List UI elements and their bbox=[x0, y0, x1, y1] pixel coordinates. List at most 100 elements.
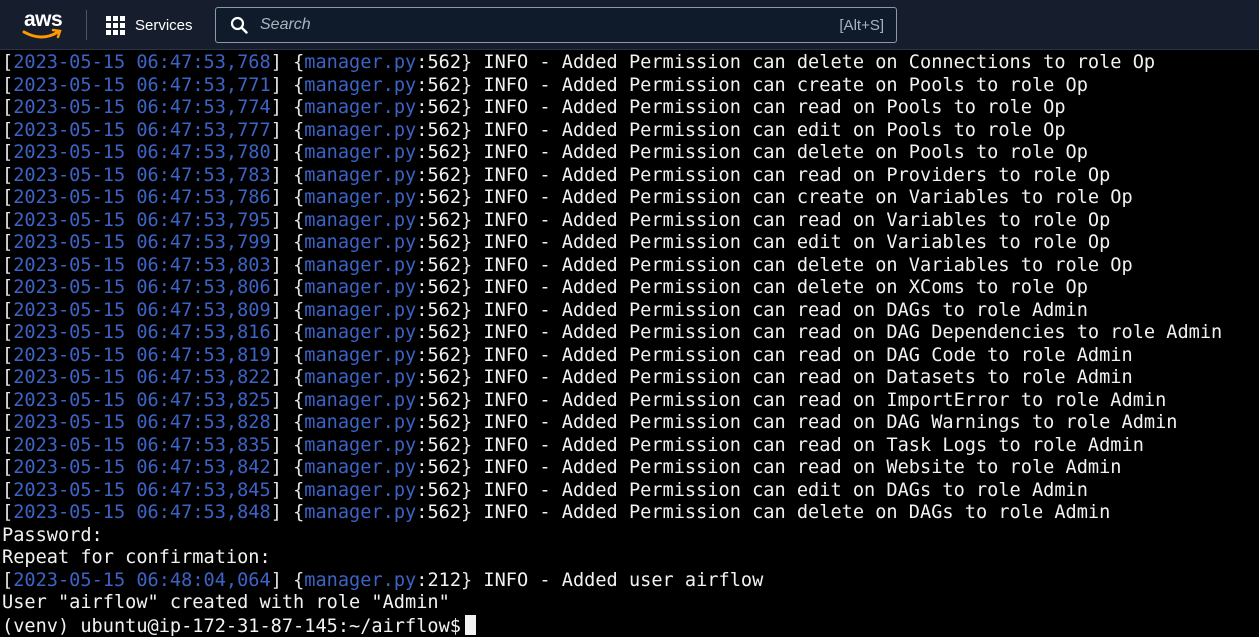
log-punctuation: : bbox=[416, 344, 428, 366]
log-punctuation: } bbox=[461, 74, 484, 96]
log-line: [2023-05-15 06:47:53,825] {manager.py:56… bbox=[2, 390, 1166, 413]
log-msg: INFO - Added Permission can delete on DA… bbox=[483, 502, 1111, 523]
log-punctuation: } bbox=[461, 569, 484, 591]
log-punctuation: [ bbox=[2, 187, 14, 208]
log-ts: 2023-05-15 06:47:53,822 bbox=[13, 367, 271, 388]
log-mod: manager.py bbox=[304, 97, 417, 118]
log-line: [2023-05-15 06:47:53,768] {manager.py:56… bbox=[2, 52, 1155, 75]
log-line: [2023-05-15 06:47:53,822] {manager.py:56… bbox=[2, 367, 1133, 390]
repeat-prompt: Repeat for confirmation: bbox=[2, 547, 271, 570]
log-mod: manager.py bbox=[304, 164, 417, 186]
log-punctuation: [ bbox=[2, 412, 14, 433]
log-punctuation: : bbox=[416, 479, 428, 501]
user-created-message-text: User "airflow" created with role "Admin" bbox=[2, 592, 450, 613]
log-mod: manager.py bbox=[304, 389, 417, 411]
log-msg: INFO - Added Permission can read on Webs… bbox=[483, 457, 1122, 478]
log-mod: manager.py bbox=[304, 254, 417, 276]
log-msg: INFO - Added Permission can read on DAG … bbox=[483, 344, 1133, 366]
log-punctuation: [ bbox=[2, 569, 14, 591]
log-punctuation: : bbox=[416, 187, 428, 208]
log-punctuation: [ bbox=[2, 164, 14, 186]
log-ts: 2023-05-15 06:47:53,780 bbox=[13, 142, 271, 163]
aws-logo[interactable]: aws bbox=[20, 8, 66, 42]
search-input[interactable] bbox=[258, 15, 840, 35]
log-punctuation: [ bbox=[2, 232, 14, 253]
log-punctuation: ] { bbox=[270, 277, 305, 298]
log-ln: 562 bbox=[427, 322, 462, 343]
log-line: [2023-05-15 06:47:53,806] {manager.py:56… bbox=[2, 277, 1088, 300]
log-ts: 2023-05-15 06:47:53,828 bbox=[13, 412, 271, 433]
log-mod: manager.py bbox=[304, 277, 417, 298]
log-msg: INFO - Added Permission can read on DAG … bbox=[483, 322, 1223, 343]
log-ln: 562 bbox=[427, 299, 462, 321]
log-msg: INFO - Added Permission can create on Va… bbox=[483, 187, 1133, 208]
log-punctuation: } bbox=[461, 97, 484, 118]
log-line: [2023-05-15 06:47:53,803] {manager.py:56… bbox=[2, 255, 1133, 278]
log-ln: 212 bbox=[427, 569, 462, 591]
log-punctuation: ] { bbox=[270, 367, 305, 388]
search-bar[interactable]: [Alt+S] bbox=[215, 7, 897, 43]
log-punctuation: ] { bbox=[270, 412, 305, 433]
log-punctuation: [ bbox=[2, 97, 14, 118]
log-msg: INFO - Added user airflow bbox=[483, 569, 764, 591]
log-punctuation: } bbox=[461, 232, 484, 253]
log-line: [2023-05-15 06:47:53,774] {manager.py:56… bbox=[2, 97, 1066, 120]
log-ts: 2023-05-15 06:47:53,806 bbox=[13, 277, 271, 298]
terminal-cursor bbox=[464, 614, 476, 635]
log-punctuation: } bbox=[461, 457, 484, 478]
log-punctuation: ] { bbox=[270, 142, 305, 163]
log-punctuation: : bbox=[416, 142, 428, 163]
log-punctuation: : bbox=[416, 277, 428, 298]
log-msg: INFO - Added Permission can read on DAGs… bbox=[483, 299, 1088, 321]
log-punctuation: ] { bbox=[270, 119, 305, 141]
log-line: [2023-05-15 06:47:53,799] {manager.py:56… bbox=[2, 232, 1110, 255]
services-label: Services bbox=[135, 16, 193, 34]
search-icon bbox=[230, 16, 248, 34]
log-line: [2023-05-15 06:47:53,819] {manager.py:56… bbox=[2, 345, 1133, 368]
log-punctuation: : bbox=[416, 457, 428, 478]
log-punctuation: ] { bbox=[270, 344, 305, 366]
log-line: [2023-05-15 06:47:53,771] {manager.py:56… bbox=[2, 75, 1088, 98]
log-punctuation: } bbox=[461, 434, 484, 456]
log-punctuation: ] { bbox=[270, 389, 305, 411]
log-msg: INFO - Added Permission can edit on Pool… bbox=[483, 119, 1066, 141]
log-punctuation: : bbox=[416, 389, 428, 411]
log-ln: 562 bbox=[427, 164, 462, 186]
log-punctuation: [ bbox=[2, 434, 14, 456]
log-punctuation: : bbox=[416, 209, 428, 231]
log-mod: manager.py bbox=[304, 74, 417, 96]
log-ln: 562 bbox=[427, 187, 462, 208]
log-punctuation: } bbox=[461, 322, 484, 343]
log-ts: 2023-05-15 06:47:53,786 bbox=[13, 187, 271, 208]
log-punctuation: : bbox=[416, 119, 428, 141]
log-ln: 562 bbox=[427, 479, 462, 501]
log-mod: manager.py bbox=[304, 187, 417, 208]
log-ts: 2023-05-15 06:47:53,777 bbox=[13, 119, 271, 141]
header-divider bbox=[86, 10, 87, 40]
log-ln: 562 bbox=[427, 344, 462, 366]
terminal-output[interactable]: [2023-05-15 06:47:53,768] {manager.py:56… bbox=[0, 52, 1259, 637]
log-punctuation: ] { bbox=[270, 74, 305, 96]
log-ln: 562 bbox=[427, 412, 462, 433]
log-line: [2023-05-15 06:47:53,786] {manager.py:56… bbox=[2, 187, 1133, 210]
log-ts: 2023-05-15 06:47:53,819 bbox=[13, 344, 271, 366]
aws-smile-icon bbox=[22, 28, 62, 39]
log-punctuation: : bbox=[416, 232, 428, 253]
services-menu-button[interactable]: Services bbox=[106, 12, 193, 38]
log-punctuation: : bbox=[416, 434, 428, 456]
log-msg: INFO - Added Permission can read on Pool… bbox=[483, 97, 1066, 118]
log-ln: 562 bbox=[427, 457, 462, 478]
log-ts: 2023-05-15 06:47:53,825 bbox=[13, 389, 271, 411]
shell-prompt: (venv) ubuntu@ip-172-31-87-145:~/airflow… bbox=[2, 614, 476, 637]
log-msg: INFO - Added Permission can delete on Va… bbox=[483, 254, 1133, 276]
log-msg: INFO - Added Permission can edit on Vari… bbox=[483, 232, 1111, 253]
password-prompt-text: Password: bbox=[2, 524, 103, 546]
log-punctuation: ] { bbox=[270, 164, 305, 186]
log-punctuation: } bbox=[461, 479, 484, 501]
log-punctuation: [ bbox=[2, 367, 14, 388]
log-punctuation: } bbox=[461, 389, 484, 411]
log-mod: manager.py bbox=[304, 434, 417, 456]
log-mod: manager.py bbox=[304, 569, 417, 591]
log-punctuation: [ bbox=[2, 344, 14, 366]
log-punctuation: : bbox=[416, 322, 428, 343]
